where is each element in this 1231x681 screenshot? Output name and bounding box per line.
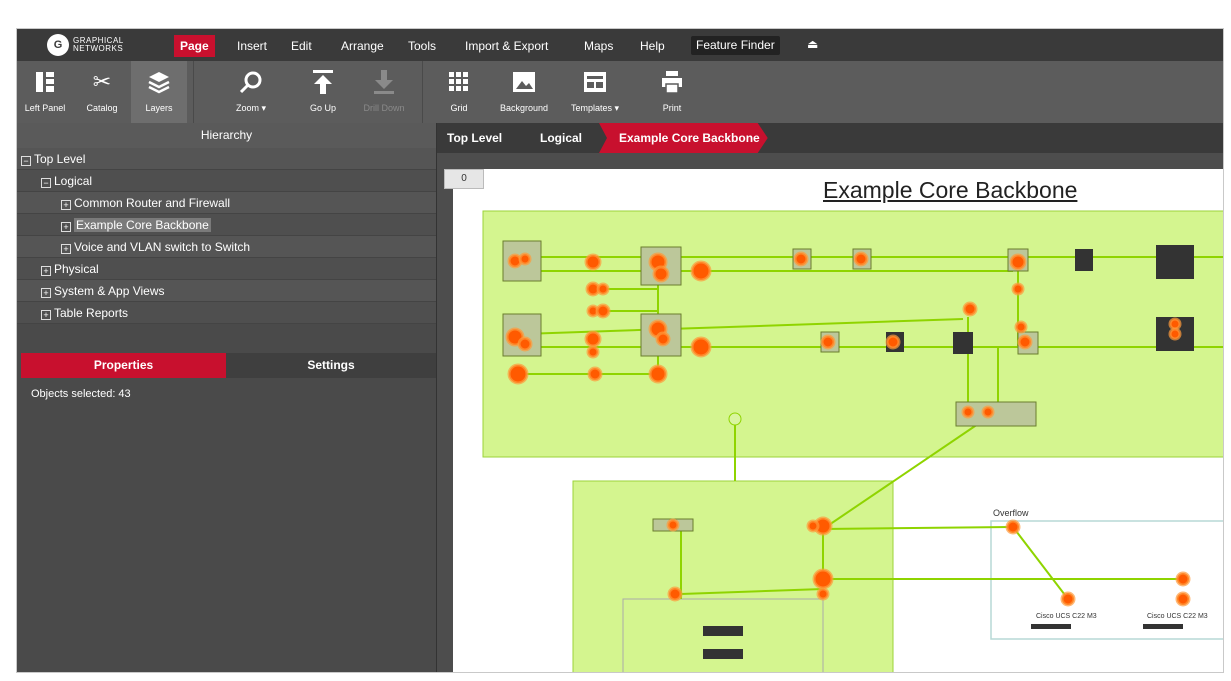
junction-node[interactable] <box>728 412 742 426</box>
hierarchy-tree: − Top Level − Logical + Common Router and F… <box>17 148 436 324</box>
layers-button[interactable]: Layers <box>131 61 187 123</box>
tree-item-label: Example Core Backbone <box>74 218 211 232</box>
graphical-networks-logo[interactable]: G GRAPHICAL NETWORKS <box>47 34 124 56</box>
left-panel: Hierarchy − Top Level − Logical + Common Ro… <box>17 123 436 672</box>
eject-icon[interactable]: ⏏ <box>807 37 818 51</box>
left-panel-icon <box>35 68 55 96</box>
menu-arrange[interactable]: Arrange <box>335 35 390 57</box>
objects-selected-text: Objects selected: 43 <box>31 388 131 400</box>
canvas-title: Example Core Backbone <box>823 177 1078 203</box>
properties-panel: Objects selected: 43 <box>17 378 436 672</box>
menu-page[interactable]: Page <box>174 35 215 57</box>
zoom-magnifier-icon <box>239 68 263 96</box>
go-up-arrow-icon <box>311 68 335 96</box>
diagram-canvas[interactable]: Example Core Backbone Overflow Cisco UCS… <box>453 169 1224 673</box>
templates-button[interactable]: Templates ▾ <box>562 61 628 123</box>
hierarchy-header: Hierarchy <box>17 123 436 148</box>
tree-item-label: Voice and VLAN switch to Switch <box>74 240 251 254</box>
tree-item-label: Physical <box>54 262 99 276</box>
background-image-icon <box>512 68 536 96</box>
layers-icon <box>147 68 171 96</box>
app-window: G GRAPHICAL NETWORKS Page Insert Edit Ar… <box>16 28 1224 673</box>
tree-item-common-router[interactable]: + Common Router and Firewall <box>17 192 436 214</box>
catalog-tools-icon: ✂ <box>92 69 112 94</box>
breadcrumb-logical[interactable]: Logical <box>540 123 582 153</box>
network-secondary-container[interactable] <box>572 480 894 673</box>
go-up-button[interactable]: Go Up <box>294 61 352 123</box>
layers-label: Layers <box>145 103 173 113</box>
logo-text: GRAPHICAL NETWORKS <box>73 37 124 53</box>
breadcrumb: Top Level Logical Example Core Backbone <box>437 123 1223 153</box>
expand-toggle-icon[interactable]: + <box>61 244 71 254</box>
zoom-button[interactable]: Zoom ▾ <box>222 61 280 123</box>
tree-item-physical[interactable]: + Physical <box>17 258 436 280</box>
tree-item-label: Top Level <box>34 152 86 166</box>
tree-item-top-level[interactable]: − Top Level <box>17 148 436 170</box>
overflow-label: Overflow <box>993 508 1029 518</box>
feature-finder-button[interactable]: Feature Finder <box>691 36 780 55</box>
catalog-button[interactable]: ✂ Catalog <box>73 61 131 123</box>
collapse-toggle-icon[interactable]: − <box>41 178 51 188</box>
tree-item-label: Table Reports <box>54 306 129 320</box>
toolbar: Left Panel ✂ Catalog Layers Zoom ▾ Go Up <box>17 61 1223 123</box>
menu-tools[interactable]: Tools <box>402 35 442 57</box>
zoom-level-badge: 0 <box>444 169 484 189</box>
left-panel-button[interactable]: Left Panel <box>17 61 73 123</box>
panel-splitter[interactable] <box>436 123 437 672</box>
expand-toggle-icon[interactable]: + <box>61 200 71 210</box>
expand-toggle-icon[interactable]: + <box>41 310 51 320</box>
tree-item-label: Logical <box>54 174 93 188</box>
tree-item-label: Common Router and Firewall <box>74 196 231 210</box>
tree-item-system-app-views[interactable]: + System & App Views <box>17 280 436 302</box>
network-diagram[interactable] <box>453 169 1224 673</box>
panel-tabs: Properties Settings <box>17 353 436 378</box>
toolbar-divider <box>422 61 423 123</box>
left-panel-label: Left Panel <box>24 103 66 113</box>
collapse-toggle-icon[interactable]: − <box>21 156 31 166</box>
expand-toggle-icon[interactable]: + <box>61 222 71 232</box>
tree-item-voice-vlan[interactable]: + Voice and VLAN switch to Switch <box>17 236 436 258</box>
print-button[interactable]: Print <box>650 61 694 123</box>
menu-help[interactable]: Help <box>634 35 671 57</box>
templates-icon <box>583 68 607 96</box>
grid-icon <box>448 68 470 96</box>
menu-insert[interactable]: Insert <box>231 35 273 57</box>
printer-icon <box>660 68 684 96</box>
zoom-label: Zoom ▾ <box>235 103 267 113</box>
catalog-label: Catalog <box>86 103 118 113</box>
menu-bar: G GRAPHICAL NETWORKS Page Insert Edit Ar… <box>17 29 1223 61</box>
grid-label: Grid <box>450 103 468 113</box>
tree-item-table-reports[interactable]: + Table Reports <box>17 302 436 324</box>
device-label: Cisco UCS C22 M3 <box>1036 613 1097 620</box>
breadcrumb-example-core-backbone[interactable]: Example Core Backbone <box>599 123 768 153</box>
tab-settings[interactable]: Settings <box>226 353 436 378</box>
drill-down-arrow-icon <box>372 68 396 96</box>
logo-mark: G <box>47 34 69 56</box>
go-up-label: Go Up <box>309 103 336 113</box>
expand-toggle-icon[interactable]: + <box>41 288 51 298</box>
grid-button[interactable]: Grid <box>437 61 481 123</box>
breadcrumb-top-level[interactable]: Top Level <box>447 123 502 153</box>
templates-label: Templates ▾ <box>570 103 620 113</box>
tree-item-label: System & App Views <box>54 284 165 298</box>
tree-item-example-core-backbone[interactable]: + Example Core Backbone <box>17 214 436 236</box>
print-label: Print <box>662 103 682 113</box>
drill-down-button[interactable]: Drill Down <box>354 61 414 123</box>
toolbar-divider <box>193 61 194 123</box>
background-label: Background <box>499 103 549 113</box>
menu-edit[interactable]: Edit <box>285 35 318 57</box>
drill-down-label: Drill Down <box>363 103 405 113</box>
menu-maps[interactable]: Maps <box>578 35 619 57</box>
expand-toggle-icon[interactable]: + <box>41 266 51 276</box>
tree-item-logical[interactable]: − Logical <box>17 170 436 192</box>
tab-properties[interactable]: Properties <box>21 353 226 378</box>
device-label: Cisco UCS C22 M3 <box>1147 613 1208 620</box>
background-button[interactable]: Background <box>489 61 559 123</box>
menu-import-export[interactable]: Import & Export <box>459 35 554 57</box>
logo-line2: NETWORKS <box>73 44 124 53</box>
